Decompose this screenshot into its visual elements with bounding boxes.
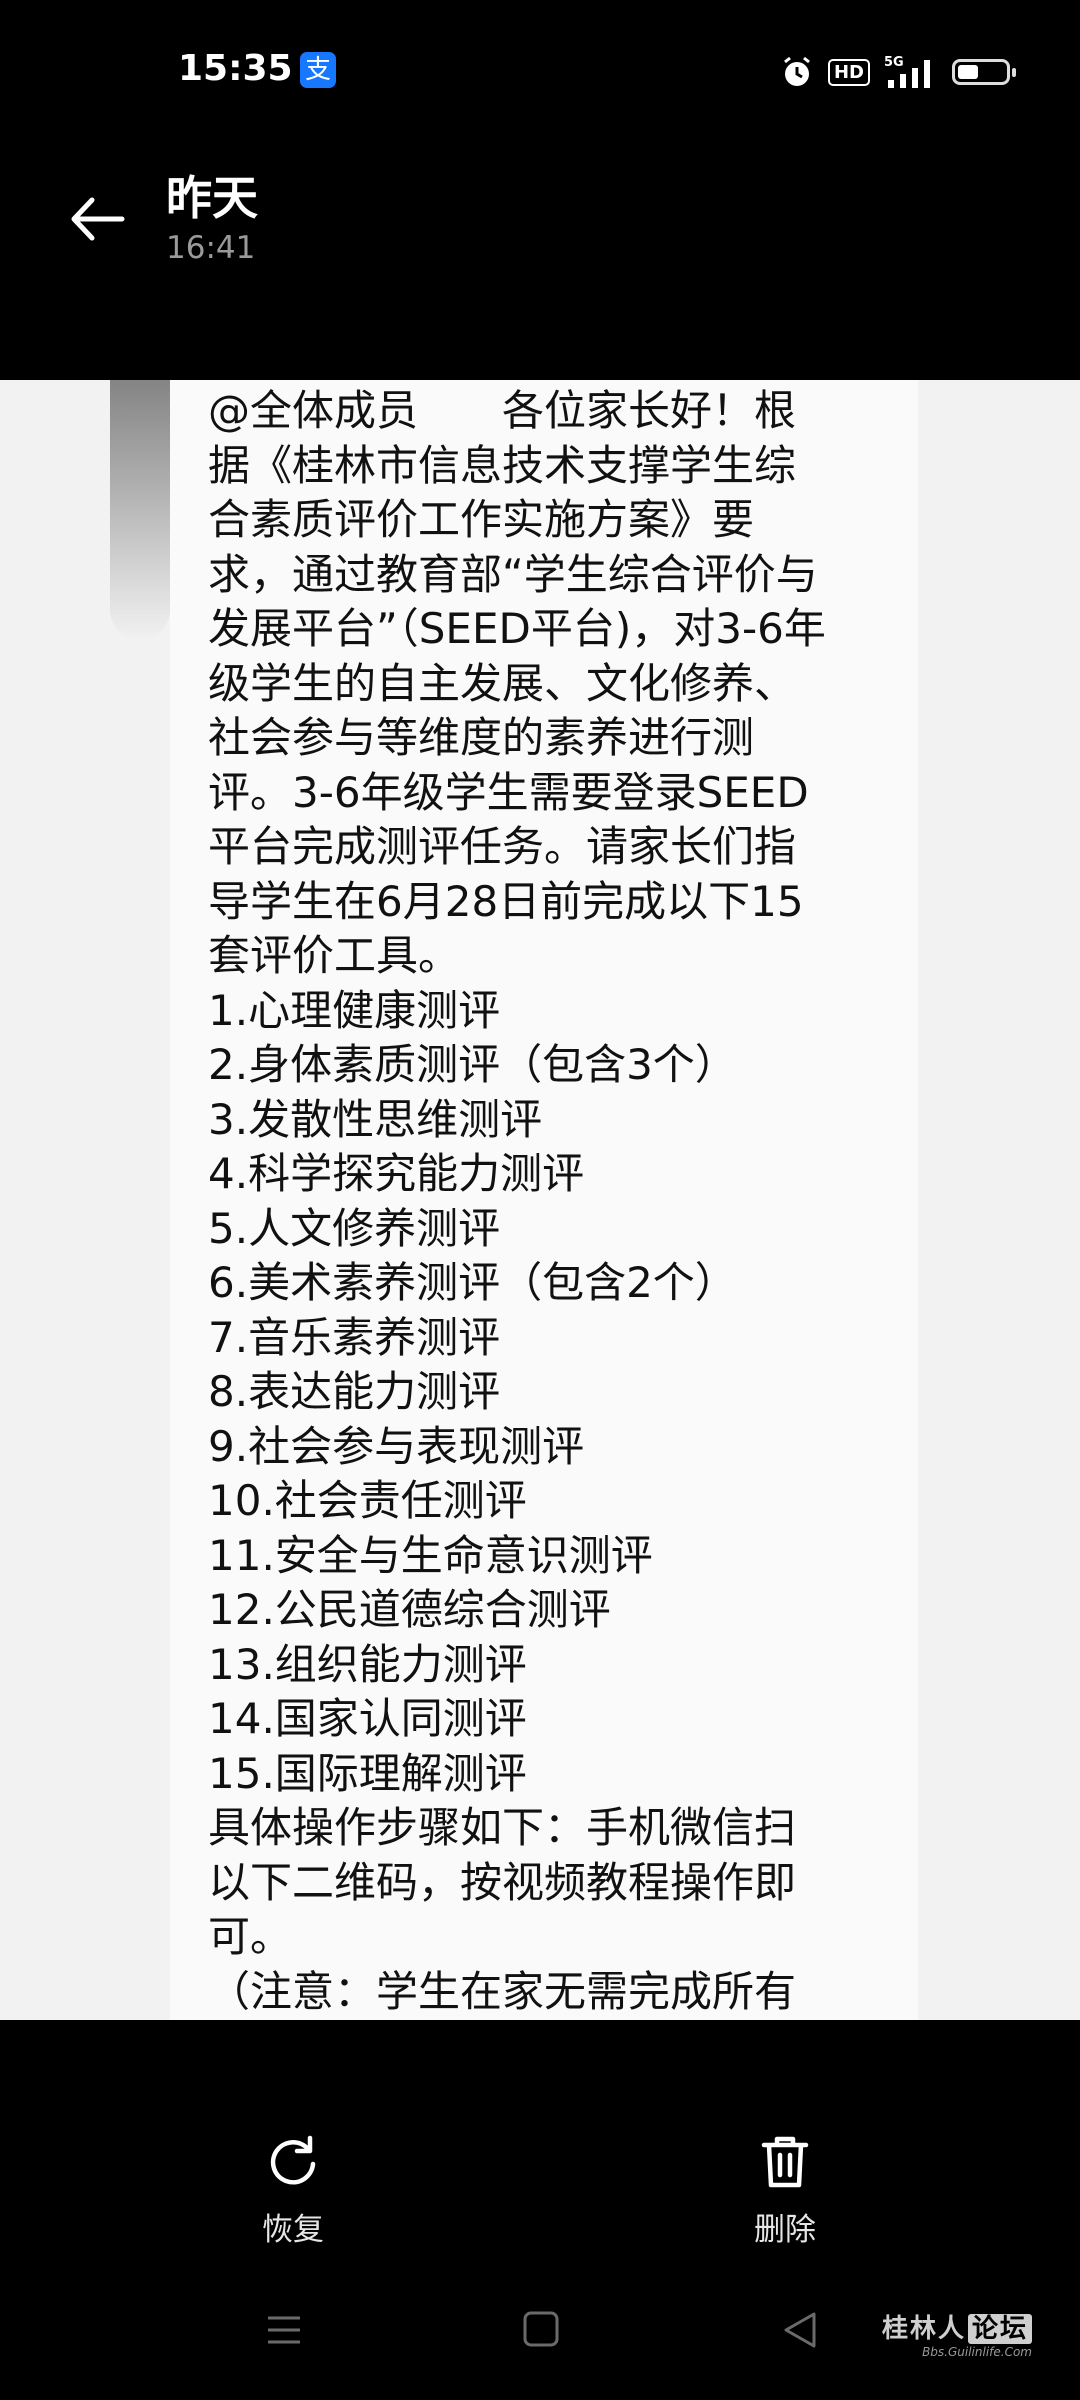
restore-label: 恢复 (262, 2212, 324, 2248)
viewer-header: 昨天 16:41 (0, 140, 1080, 380)
network-type-label: 5G (884, 55, 904, 70)
watermark-main: 桂林人 (881, 2314, 966, 2344)
message-line: 套评价工具。 (208, 931, 461, 980)
watermark-tag: 论坛 (967, 2314, 1032, 2344)
ink-decoration (110, 380, 170, 640)
message-line: 3.发散性思维测评 (208, 1094, 543, 1144)
delete-label: 删除 (754, 2212, 816, 2248)
action-bar: 恢复 删除 (0, 2020, 1080, 2280)
status-bar: 15:35 支 HD 5G (0, 0, 1080, 140)
trash-icon (761, 2136, 809, 2188)
battery-fill (958, 65, 978, 79)
message-line: @全体成员 各位家长好！根 (208, 386, 797, 435)
delete-button[interactable]: 删除 (695, 2132, 875, 2249)
message-line: 8.表达能力测评 (208, 1367, 501, 1416)
message-line: 2.身体素质测评（包含3个） (208, 1040, 737, 1089)
system-nav-bar: 桂林人 论坛 Bbs.Guilinlife.Com (0, 2280, 1080, 2400)
message-line: 社会参与等维度的素养进行测 (208, 713, 755, 762)
status-icons: HD 5G (780, 52, 1016, 92)
alarm-icon (784, 56, 810, 86)
battery-cap (1012, 68, 1016, 77)
message-line: 合素质评价工作实施方案》要 (208, 495, 755, 544)
status-time: 15:35 (178, 48, 293, 89)
header-time: 16:41 (166, 230, 256, 266)
message-line: 评。3-6年级学生需要登录SEED (208, 767, 809, 817)
back-arrow-icon[interactable] (64, 184, 134, 254)
menu-icon[interactable] (264, 2310, 304, 2350)
message-line: 15.国际理解测评 (208, 1748, 527, 1798)
message-line: 5.人文修养测评 (208, 1203, 501, 1253)
message-line: 具体操作步骤如下：手机微信扫 (208, 1803, 797, 1852)
message-line: 导学生在6月28日前完成以下15 (208, 876, 804, 926)
message-line: 据《桂林市信息技术支撑学生综 (208, 440, 797, 490)
message-line: 6.美术素养测评（包含2个） (208, 1258, 737, 1307)
restore-icon (270, 2135, 316, 2185)
header-title: 昨天 (166, 171, 258, 225)
restore-button[interactable]: 恢复 (203, 2132, 383, 2249)
message-line: （注意：学生在家无需完成所有 (208, 1966, 797, 2016)
message-line: 10.社会责任测评 (208, 1476, 527, 1525)
message-line: 级学生的自主发展、文化修养、 (208, 658, 797, 708)
signal-icon: 5G (884, 55, 930, 88)
message-line: 13.组织能力测评 (208, 1639, 527, 1689)
watermark-url: Bbs.Guilinlife.Com (922, 2345, 1032, 2359)
watermark-logo: 桂林人 论坛 (882, 2308, 1032, 2345)
message-line: 14.国家认同测评 (208, 1694, 527, 1743)
message-line: 11.安全与生命意识测评 (208, 1530, 653, 1580)
message-line: 1.心理健康测评 (208, 985, 501, 1035)
message-line: 可。 (208, 1912, 293, 1961)
message-line: 平台完成测评任务。请家长们指 (208, 822, 797, 871)
watermark: 桂林人 论坛 Bbs.Guilinlife.Com (882, 2308, 1032, 2359)
alipay-icon: 支 (300, 52, 336, 88)
message-line: 9.社会参与表现测评 (208, 1421, 585, 1471)
hd-icon: HD (827, 58, 870, 86)
home-icon[interactable] (522, 2310, 560, 2348)
message-line: 12.公民道德综合测评 (208, 1585, 611, 1634)
back-icon[interactable] (780, 2310, 820, 2350)
message-line: 7.音乐素养测评 (208, 1312, 501, 1362)
battery-icon (952, 59, 1016, 85)
message-line: 求，通过教育部“学生综合评价与 (208, 549, 818, 599)
message-line: 以下二维码，按视频教程操作即 (208, 1857, 797, 1907)
message-text: @全体成员 各位家长好！根 据《桂林市信息技术支撑学生综 合素质评价工作实施方案》要… (208, 384, 898, 2019)
message-line: 发展平台”（SEED平台)，对3-6年 (208, 604, 826, 653)
photo-viewer[interactable]: @全体成员 各位家长好！根 据《桂林市信息技术支撑学生综 合素质评价工作实施方案》要… (0, 380, 1080, 2020)
message-line: 4.科学探究能力测评 (208, 1149, 585, 1198)
